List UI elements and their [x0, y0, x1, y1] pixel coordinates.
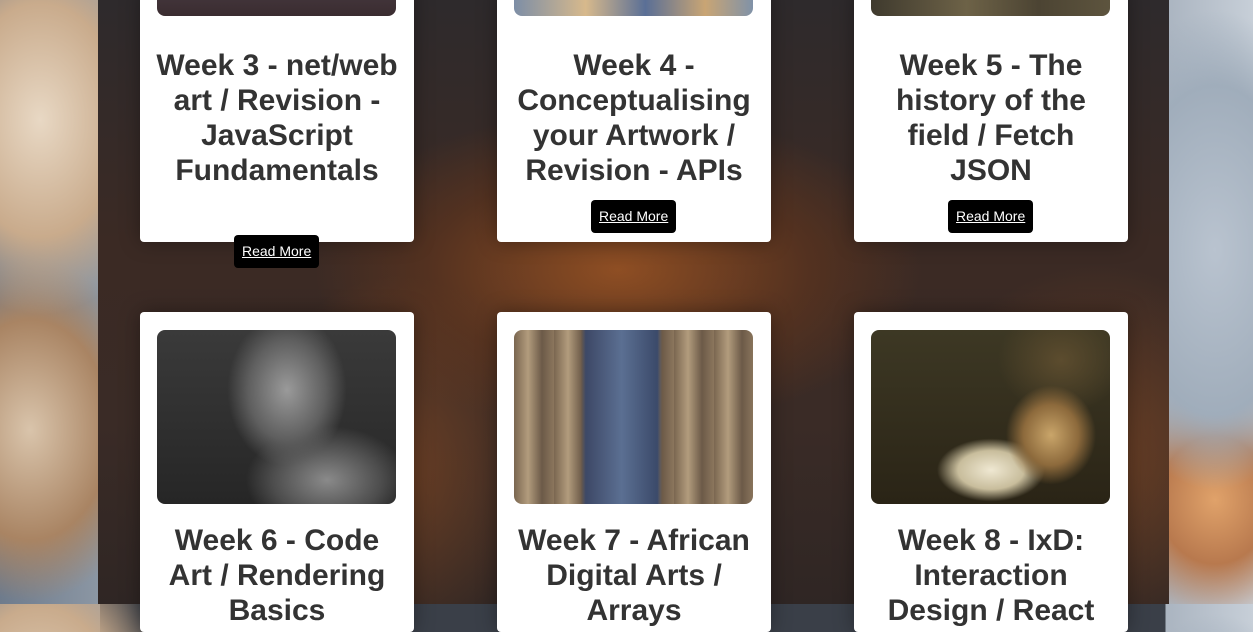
card-title: Week 4 - Conceptualising your Artwork / …: [517, 49, 751, 187]
card-title: Week 7 - African Digital Arts / Arrays: [518, 524, 750, 627]
card-title: Week 8 - IxD: Interaction Design / React: [887, 524, 1095, 627]
card-title: Week 5 - The history of the field / Fetc…: [895, 49, 1086, 187]
card-image: [514, 330, 753, 504]
read-more-button[interactable]: Read More: [948, 200, 1034, 233]
card-image: [871, 330, 1110, 504]
week-card-7: Week 7 - African Digital Arts / Arrays: [497, 312, 771, 632]
card-title: Week 6 - Code Art / Rendering Basics: [168, 524, 386, 627]
card-image: [157, 330, 396, 504]
week-card-6: Week 6 - Code Art / Rendering Basics: [140, 312, 414, 632]
week-card-4: Week 4 - Conceptualising your Artwork / …: [497, 0, 771, 242]
card-title: Week 3 - net/web art / Revision - JavaSc…: [156, 49, 398, 187]
week-card-8: Week 8 - IxD: Interaction Design / React: [854, 312, 1128, 632]
card-image: [871, 0, 1110, 16]
week-card-5: Week 5 - The history of the field / Fetc…: [854, 0, 1128, 242]
read-more-button[interactable]: Read More: [234, 235, 320, 268]
week-card-3: Week 3 - net/web art / Revision - JavaSc…: [140, 0, 414, 242]
card-image: [157, 0, 396, 16]
read-more-button[interactable]: Read More: [591, 200, 677, 233]
card-image: [514, 0, 753, 16]
